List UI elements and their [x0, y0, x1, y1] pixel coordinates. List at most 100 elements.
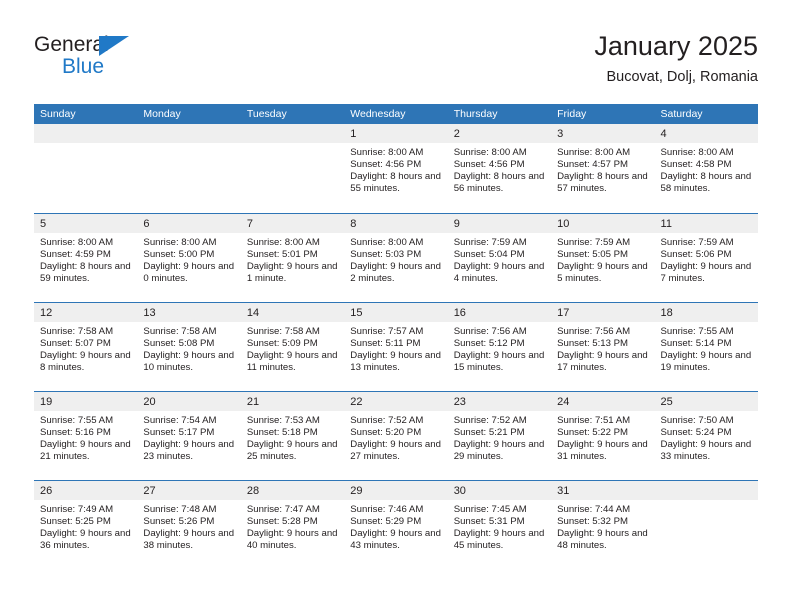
day-cell[interactable]: 4 Sunrise: 8:00 AM Sunset: 4:58 PM Daylight… [654, 124, 758, 213]
day-cell[interactable]: 15 Sunrise: 7:57 AM Sunset: 5:11 PM Dayligh… [344, 303, 448, 391]
day-cell-empty [34, 124, 138, 213]
day-number: 30 [453, 485, 466, 497]
sunrise-text: Sunrise: 7:52 AM [453, 415, 527, 426]
day-cell[interactable]: 21 Sunrise: 7:53 AM Sunset: 5:18 PM Dayligh… [240, 392, 345, 480]
sunrise-text: Sunrise: 7:55 AM [40, 415, 114, 426]
daylight-text: Daylight: 9 hours and 4 minutes. [453, 260, 545, 284]
day-cell[interactable]: 29 Sunrise: 7:46 AM Sunset: 5:29 PM Dayligh… [344, 481, 448, 569]
day-number: 31 [557, 485, 570, 497]
day-cell[interactable]: 1 Sunrise: 8:00 AM Sunset: 4:56 PM Daylight… [344, 124, 448, 213]
sunset-text: Sunset: 5:20 PM [350, 426, 422, 438]
day-details: Sunrise: 8:00 AM Sunset: 4:58 PM Daylight:… [655, 143, 758, 195]
daylight-text: Daylight: 9 hours and 27 minutes. [350, 438, 441, 462]
day-cell[interactable]: 14 Sunrise: 7:58 AM Sunset: 5:09 PM Dayligh… [240, 303, 345, 391]
daylight-text: Daylight: 9 hours and 36 minutes. [40, 527, 131, 551]
day-cell[interactable]: 8 Sunrise: 8:00 AM Sunset: 5:03 PM Daylight… [344, 214, 448, 302]
sunrise-text: Sunrise: 8:00 AM [557, 147, 631, 158]
title-block: January 2025 Bucovat, Dolj, Romania [594, 30, 758, 87]
day-number: 20 [143, 396, 156, 408]
day-cell[interactable]: 11 Sunrise: 7:59 AM Sunset: 5:06 PM Dayligh… [654, 214, 758, 302]
day-number: 1 [350, 128, 357, 140]
weekday-header-friday: Friday [557, 108, 587, 120]
day-cell[interactable]: 19 Sunrise: 7:55 AM Sunset: 5:16 PM Dayligh… [34, 392, 138, 480]
day-number: 24 [557, 396, 570, 408]
day-number-strip: 2 [447, 124, 552, 143]
sunrise-text: Sunrise: 7:51 AM [557, 415, 631, 426]
sunset-text: Sunset: 5:31 PM [453, 515, 525, 527]
weekday-header-tuesday: Tuesday [246, 108, 287, 120]
day-cell[interactable]: 24 Sunrise: 7:51 AM Sunset: 5:22 PM Dayligh… [551, 392, 655, 480]
day-number: 10 [557, 218, 570, 230]
week-row: 5 Sunrise: 8:00 AM Sunset: 4:59 PM Daylight… [34, 213, 758, 302]
day-cell[interactable]: 3 Sunrise: 8:00 AM Sunset: 4:57 PM Daylight… [551, 124, 655, 213]
sunset-text: Sunset: 5:17 PM [143, 426, 215, 438]
day-cell[interactable]: 26 Sunrise: 7:49 AM Sunset: 5:25 PM Dayligh… [34, 481, 138, 569]
sunset-text: Sunset: 4:58 PM [660, 158, 732, 170]
sunrise-text: Sunrise: 8:00 AM [350, 147, 424, 158]
day-number: 14 [246, 307, 260, 319]
day-cell[interactable]: 16 Sunrise: 7:56 AM Sunset: 5:12 PM Dayligh… [447, 303, 552, 391]
daylight-text: Daylight: 9 hours and 40 minutes. [246, 527, 338, 551]
day-cell[interactable]: 5 Sunrise: 8:00 AM Sunset: 4:59 PM Daylight… [34, 214, 138, 302]
day-number-strip [137, 124, 241, 143]
sunrise-text: Sunrise: 8:00 AM [453, 147, 527, 158]
day-cell[interactable]: 13 Sunrise: 7:58 AM Sunset: 5:08 PM Dayligh… [137, 303, 241, 391]
day-details: Sunrise: 7:57 AM Sunset: 5:11 PM Daylight:… [344, 322, 447, 374]
day-cell[interactable]: 12 Sunrise: 7:58 AM Sunset: 5:07 PM Dayligh… [34, 303, 138, 391]
sunrise-text: Sunrise: 7:58 AM [246, 326, 320, 337]
day-details: Sunrise: 8:00 AM Sunset: 5:00 PM Daylight:… [137, 233, 240, 285]
day-details: Sunrise: 7:44 AM Sunset: 5:32 PM Daylight:… [551, 500, 654, 552]
daylight-text: Daylight: 8 hours and 57 minutes. [557, 170, 648, 194]
sunrise-text: Sunrise: 7:52 AM [350, 415, 424, 426]
day-number-strip: 13 [137, 303, 241, 322]
day-details: Sunrise: 7:55 AM Sunset: 5:14 PM Daylight:… [655, 322, 758, 374]
daylight-text: Daylight: 9 hours and 8 minutes. [40, 349, 131, 373]
day-cell[interactable]: 17 Sunrise: 7:56 AM Sunset: 5:13 PM Dayligh… [551, 303, 655, 391]
day-number-strip: 8 [344, 214, 448, 233]
sunrise-text: Sunrise: 7:45 AM [453, 504, 527, 515]
day-cell[interactable]: 18 Sunrise: 7:55 AM Sunset: 5:14 PM Dayligh… [654, 303, 758, 391]
generalblue-logo[interactable]: General Blue [34, 34, 184, 86]
day-cell[interactable]: 31 Sunrise: 7:44 AM Sunset: 5:32 PM Dayligh… [551, 481, 655, 569]
day-number: 2 [453, 128, 460, 140]
day-details: Sunrise: 7:46 AM Sunset: 5:29 PM Daylight:… [344, 500, 447, 552]
daylight-text: Daylight: 9 hours and 45 minutes. [453, 527, 545, 551]
weekday-header-sunday: Sunday [40, 108, 76, 120]
day-cell[interactable]: 23 Sunrise: 7:52 AM Sunset: 5:21 PM Dayligh… [447, 392, 552, 480]
day-cell[interactable]: 2 Sunrise: 8:00 AM Sunset: 4:56 PM Daylight… [447, 124, 552, 213]
weekday-header-wednesday: Wednesday [350, 108, 406, 120]
sunset-text: Sunset: 5:05 PM [557, 248, 629, 260]
day-cell[interactable]: 27 Sunrise: 7:48 AM Sunset: 5:26 PM Dayligh… [137, 481, 241, 569]
week-row: 1 Sunrise: 8:00 AM Sunset: 4:56 PM Daylight… [34, 124, 758, 213]
day-cell[interactable]: 9 Sunrise: 7:59 AM Sunset: 5:04 PM Daylight… [447, 214, 552, 302]
day-number-strip: 20 [137, 392, 241, 411]
day-cell[interactable]: 6 Sunrise: 8:00 AM Sunset: 5:00 PM Daylight… [137, 214, 241, 302]
daylight-text: Daylight: 9 hours and 13 minutes. [350, 349, 441, 373]
day-cell[interactable]: 30 Sunrise: 7:45 AM Sunset: 5:31 PM Dayligh… [447, 481, 552, 569]
day-number: 28 [246, 485, 260, 497]
day-details: Sunrise: 7:52 AM Sunset: 5:20 PM Daylight:… [344, 411, 447, 463]
day-cell-empty [137, 124, 241, 213]
day-cell-empty [240, 124, 345, 213]
day-details: Sunrise: 7:55 AM Sunset: 5:16 PM Daylight:… [34, 411, 137, 463]
day-number-strip: 30 [447, 481, 552, 500]
day-number-strip: 12 [34, 303, 138, 322]
calendar-grid: Sunday Monday Tuesday Wednesday Thursday Frid… [34, 104, 758, 569]
day-cell[interactable]: 28 Sunrise: 7:47 AM Sunset: 5:28 PM Dayligh… [240, 481, 345, 569]
day-cell[interactable]: 7 Sunrise: 8:00 AM Sunset: 5:01 PM Daylight… [240, 214, 345, 302]
daylight-text: Daylight: 9 hours and 15 minutes. [453, 349, 545, 373]
day-number-strip: 1 [344, 124, 448, 143]
week-row: 26 Sunrise: 7:49 AM Sunset: 5:25 PM Dayligh… [34, 480, 758, 569]
sunset-text: Sunset: 5:28 PM [246, 515, 318, 527]
day-cell[interactable]: 10 Sunrise: 7:59 AM Sunset: 5:05 PM Dayligh… [551, 214, 655, 302]
day-number-strip: 28 [240, 481, 345, 500]
sunset-text: Sunset: 5:21 PM [453, 426, 525, 438]
day-cell[interactable]: 22 Sunrise: 7:52 AM Sunset: 5:20 PM Dayligh… [344, 392, 448, 480]
day-details: Sunrise: 7:58 AM Sunset: 5:09 PM Daylight:… [241, 322, 344, 374]
day-cell[interactable]: 25 Sunrise: 7:50 AM Sunset: 5:24 PM Dayligh… [654, 392, 758, 480]
blue-triangle-icon [99, 36, 129, 56]
sunset-text: Sunset: 5:32 PM [557, 515, 629, 527]
day-cell[interactable]: 20 Sunrise: 7:54 AM Sunset: 5:17 PM Dayligh… [137, 392, 241, 480]
day-number: 8 [350, 218, 357, 230]
day-number-strip: 23 [447, 392, 552, 411]
